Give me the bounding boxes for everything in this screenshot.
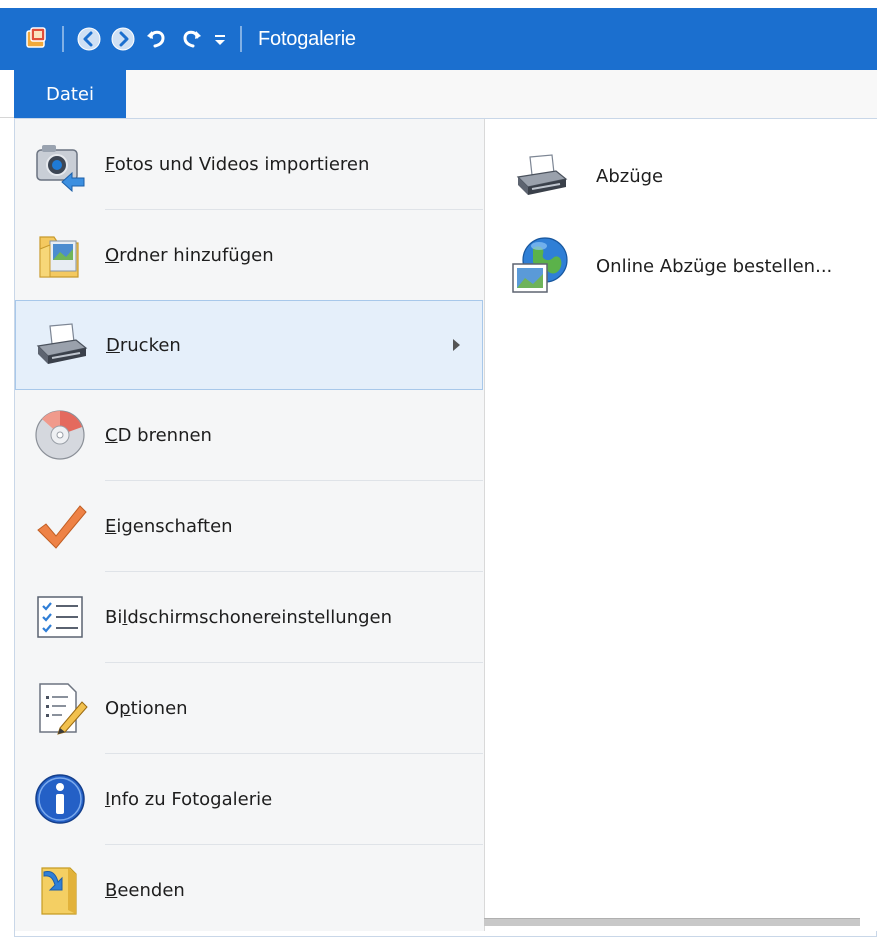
window-title: Fotogalerie (258, 27, 356, 50)
menu-item-label: Drucken (106, 334, 181, 356)
back-icon[interactable] (72, 22, 106, 56)
redo-icon[interactable] (174, 22, 208, 56)
submenu-item-order-online[interactable]: Online Abzüge bestellen... (486, 221, 877, 311)
menu-item-label: Eigenschaften (105, 515, 233, 537)
menu-item-about[interactable]: Info zu Fotogalerie (15, 754, 483, 844)
customize-dropdown-icon[interactable] (208, 22, 232, 56)
menu-item-label: Fotos und Videos importieren (105, 153, 370, 175)
menu-item-properties[interactable]: Eigenschaften (15, 481, 483, 571)
printer-icon (16, 300, 106, 390)
menu-command-list: Fotos und Videos importieren Ordner hinz… (15, 119, 485, 931)
camera-import-icon (15, 119, 105, 209)
print-submenu: Abzüge Online Abzüge bestellen... (486, 119, 877, 931)
submenu-arrow-icon (453, 339, 460, 351)
file-menu: Fotos und Videos importieren Ordner hinz… (14, 118, 877, 937)
app-icon[interactable] (20, 22, 54, 56)
toolbar-separator (240, 26, 242, 52)
submenu-item-label: Online Abzüge bestellen... (596, 255, 833, 277)
menu-item-options[interactable]: Optionen (15, 663, 483, 753)
ribbon-background (126, 70, 877, 118)
menu-item-screensaver-settings[interactable]: Bildschirmschonereinstellungen (15, 572, 483, 662)
menu-item-label: Optionen (105, 697, 188, 719)
exit-icon (15, 845, 105, 935)
menu-item-label: Beenden (105, 879, 185, 901)
undo-icon[interactable] (140, 22, 174, 56)
menu-item-add-folder[interactable]: Ordner hinzufügen (15, 210, 483, 300)
title-bar: Fotogalerie (0, 8, 877, 70)
forward-icon[interactable] (106, 22, 140, 56)
options-pencil-icon (15, 663, 105, 753)
toolbar-separator (62, 26, 64, 52)
checkmark-icon (15, 481, 105, 571)
submenu-item-label: Abzüge (596, 165, 664, 187)
menu-item-label: CD brennen (105, 424, 212, 446)
checklist-icon (15, 572, 105, 662)
cd-burn-icon (15, 390, 105, 480)
folder-add-icon (15, 210, 105, 300)
quick-access-toolbar: Fotogalerie (20, 22, 356, 56)
printer-icon (486, 131, 596, 221)
menu-item-print[interactable]: Drucken (15, 300, 483, 390)
menu-item-label: Info zu Fotogalerie (105, 788, 273, 810)
info-icon (15, 754, 105, 844)
menu-item-exit[interactable]: Beenden (15, 845, 483, 935)
menu-item-label: Ordner hinzufügen (105, 244, 274, 266)
ribbon-tab-row: Datei (0, 70, 877, 118)
tab-file[interactable]: Datei (14, 70, 126, 118)
submenu-item-prints[interactable]: Abzüge (486, 131, 877, 221)
globe-photo-icon (486, 221, 596, 311)
menu-item-import[interactable]: Fotos und Videos importieren (15, 119, 483, 209)
scrollbar-strip (484, 918, 860, 926)
menu-item-burn-cd[interactable]: CD brennen (15, 390, 483, 480)
menu-item-label: Bildschirmschonereinstellungen (105, 606, 393, 628)
